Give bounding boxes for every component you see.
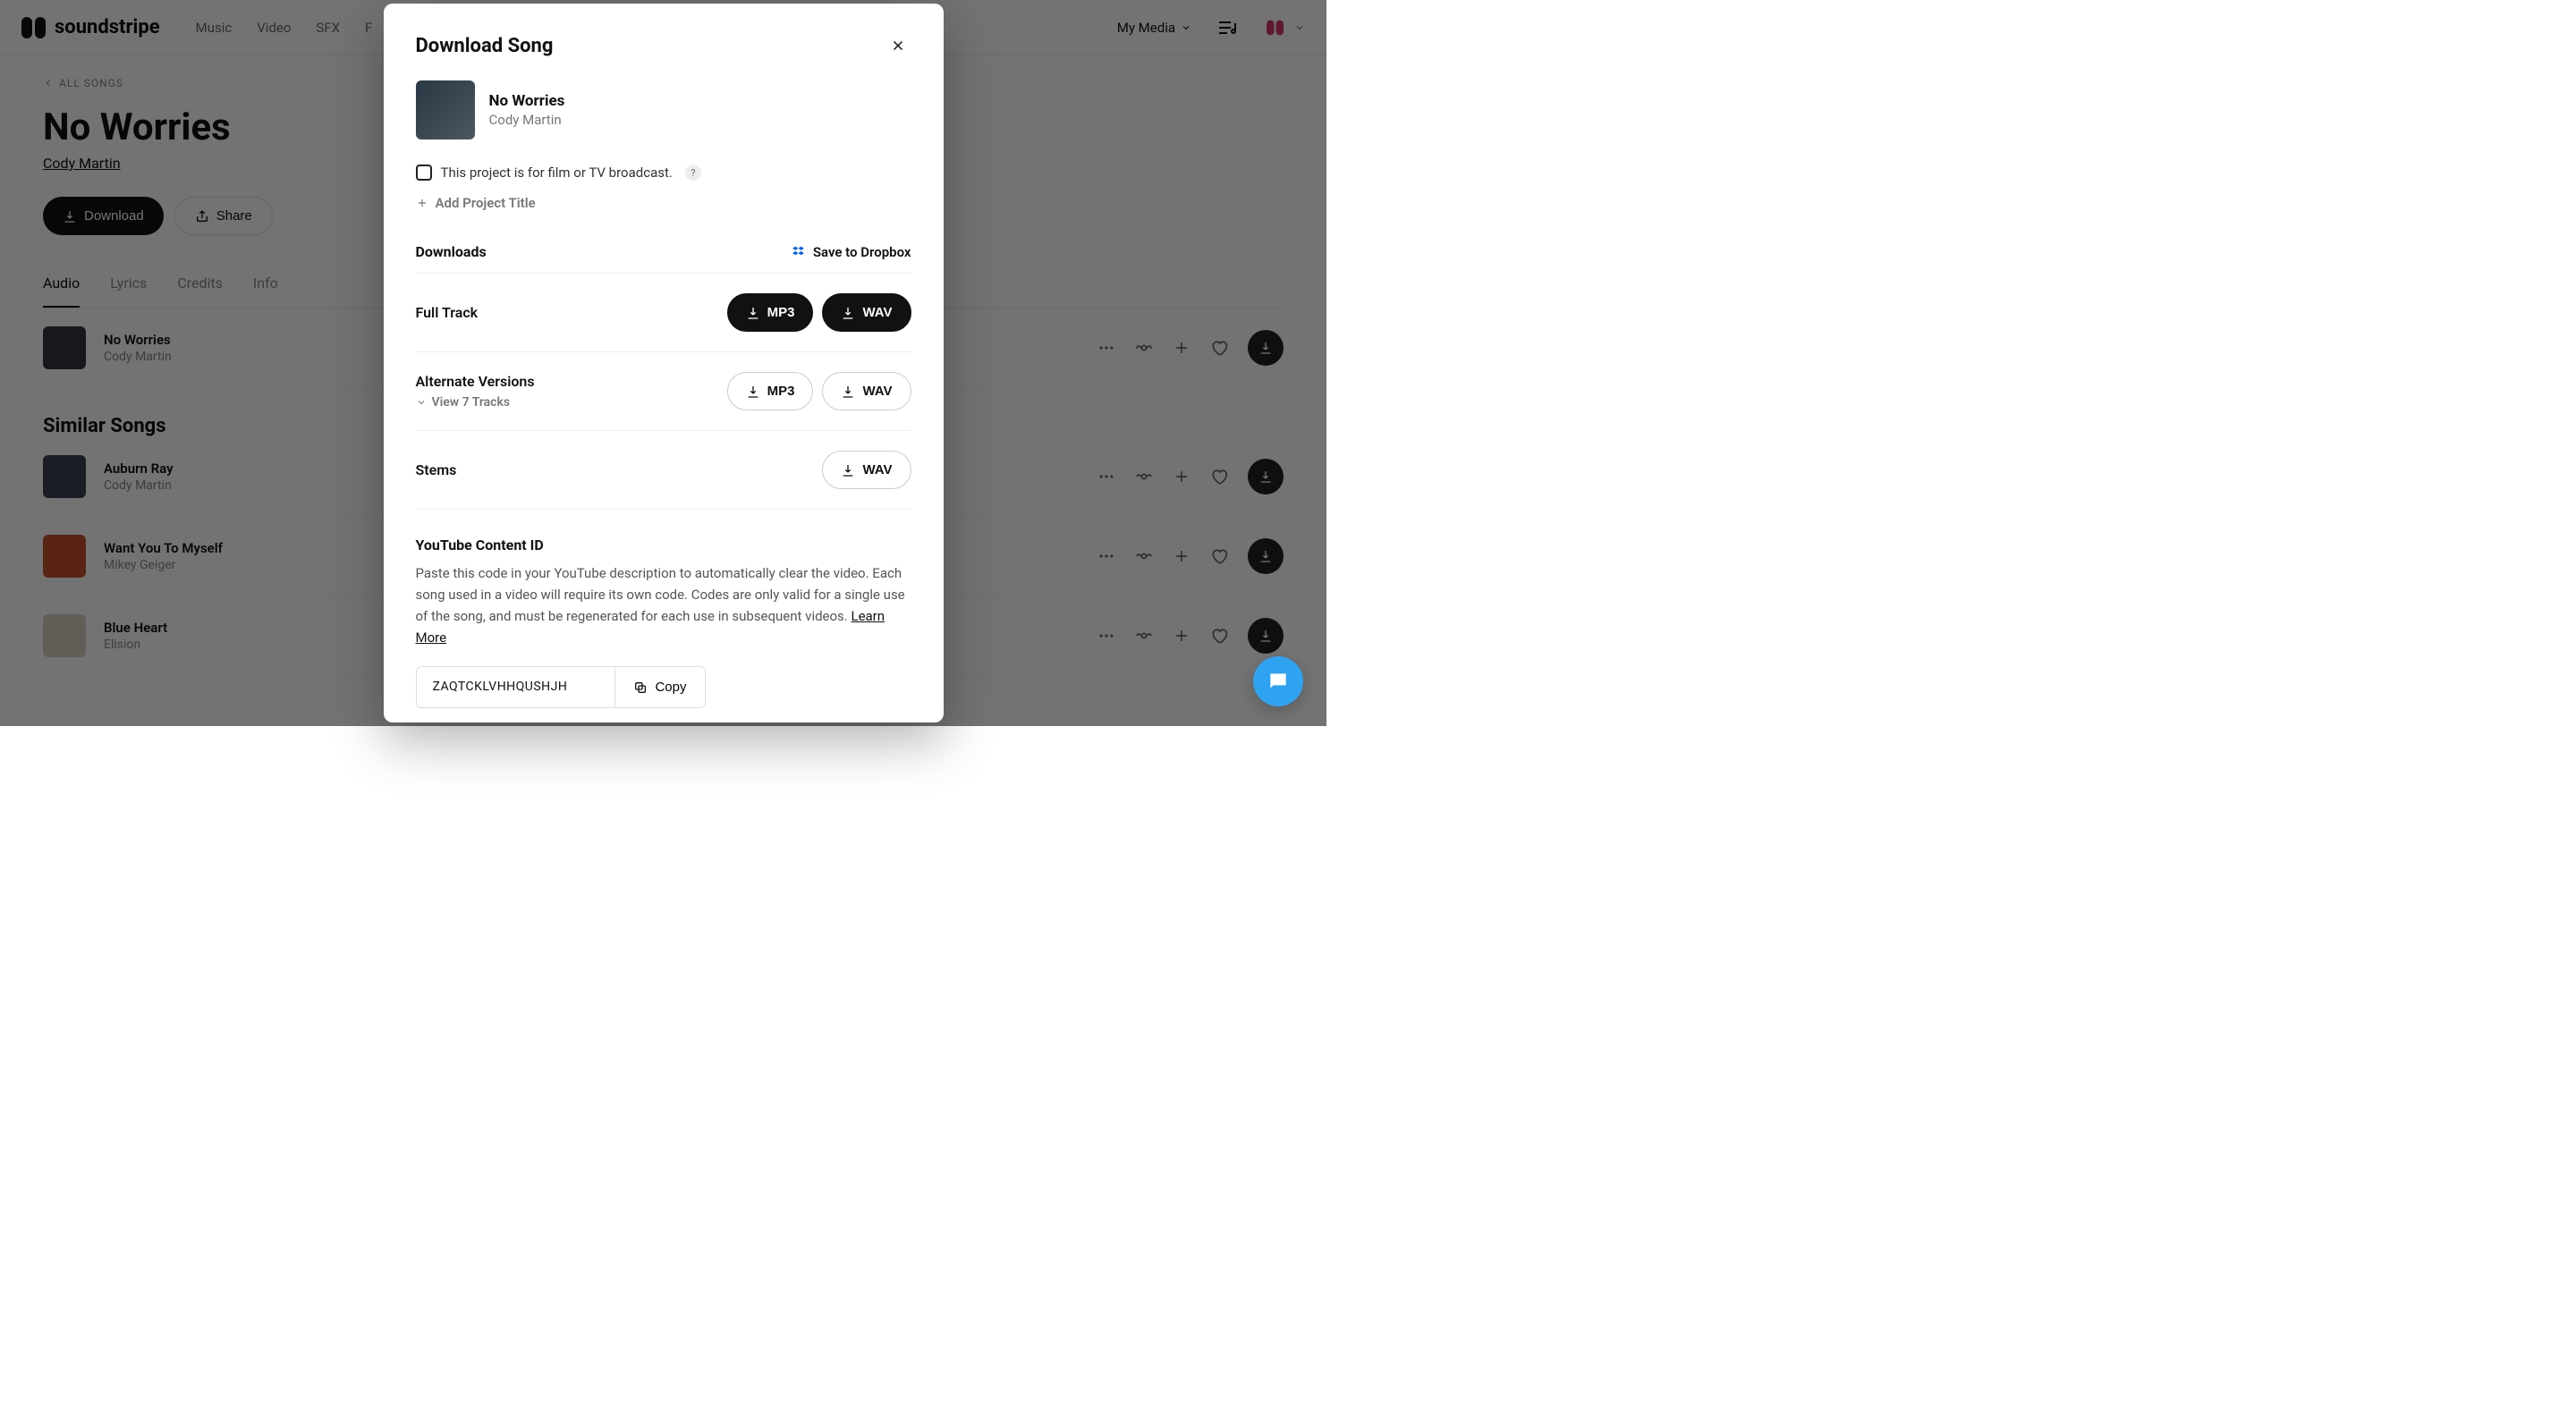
- full-track-label: Full Track: [416, 304, 479, 321]
- full-track-wav-button[interactable]: WAV: [822, 293, 911, 332]
- dropbox-label: Save to Dropbox: [813, 244, 911, 260]
- modal-song-artist: Cody Martin: [489, 112, 565, 128]
- full-track-mp3-button[interactable]: MP3: [727, 293, 814, 332]
- view-tracks-toggle[interactable]: View 7 Tracks: [416, 395, 535, 410]
- youtube-code-row: ZAQTCKLVHHQUSHJH Copy: [416, 666, 706, 708]
- copy-icon: [633, 680, 648, 695]
- stems-row: Stems WAV: [416, 431, 911, 510]
- add-project-title-button[interactable]: Add Project Title: [416, 195, 911, 211]
- alternate-versions-label: Alternate Versions: [416, 373, 535, 390]
- add-project-label: Add Project Title: [436, 195, 536, 211]
- chevron-down-icon: [416, 397, 427, 408]
- plus-icon: [416, 197, 428, 209]
- downloads-heading: Downloads: [416, 243, 487, 260]
- download-icon: [841, 463, 855, 477]
- modal-song-title: No Worries: [489, 92, 565, 110]
- close-button[interactable]: [885, 32, 911, 59]
- download-modal: Download Song No Worries Cody Martin Thi…: [384, 4, 944, 722]
- help-icon[interactable]: ?: [685, 165, 701, 181]
- save-to-dropbox-button[interactable]: Save to Dropbox: [792, 244, 911, 260]
- close-icon: [890, 38, 906, 54]
- download-icon: [746, 384, 760, 399]
- film-tv-checkbox[interactable]: [416, 165, 432, 181]
- song-thumbnail: [416, 80, 475, 139]
- alt-wav-button[interactable]: WAV: [822, 372, 911, 410]
- alt-mp3-button[interactable]: MP3: [727, 372, 814, 410]
- youtube-description: Paste this code in your YouTube descript…: [416, 562, 911, 648]
- alternate-versions-row: Alternate Versions View 7 Tracks MP3 WAV: [416, 352, 911, 431]
- stems-label: Stems: [416, 461, 457, 478]
- copy-code-button[interactable]: Copy: [615, 667, 704, 707]
- youtube-content-id-section: YouTube Content ID Paste this code in yo…: [416, 537, 911, 708]
- film-tv-label: This project is for film or TV broadcast…: [441, 165, 673, 181]
- chat-widget-button[interactable]: [1253, 656, 1303, 706]
- dropbox-icon: [792, 245, 806, 259]
- download-icon: [841, 306, 855, 320]
- youtube-code-value: ZAQTCKLVHHQUSHJH: [417, 667, 616, 707]
- full-track-row: Full Track MP3 WAV: [416, 274, 911, 352]
- download-icon: [746, 306, 760, 320]
- youtube-heading: YouTube Content ID: [416, 537, 911, 553]
- download-icon: [841, 384, 855, 399]
- stems-wav-button[interactable]: WAV: [822, 451, 911, 489]
- modal-title: Download Song: [416, 35, 554, 57]
- chat-icon: [1267, 670, 1290, 693]
